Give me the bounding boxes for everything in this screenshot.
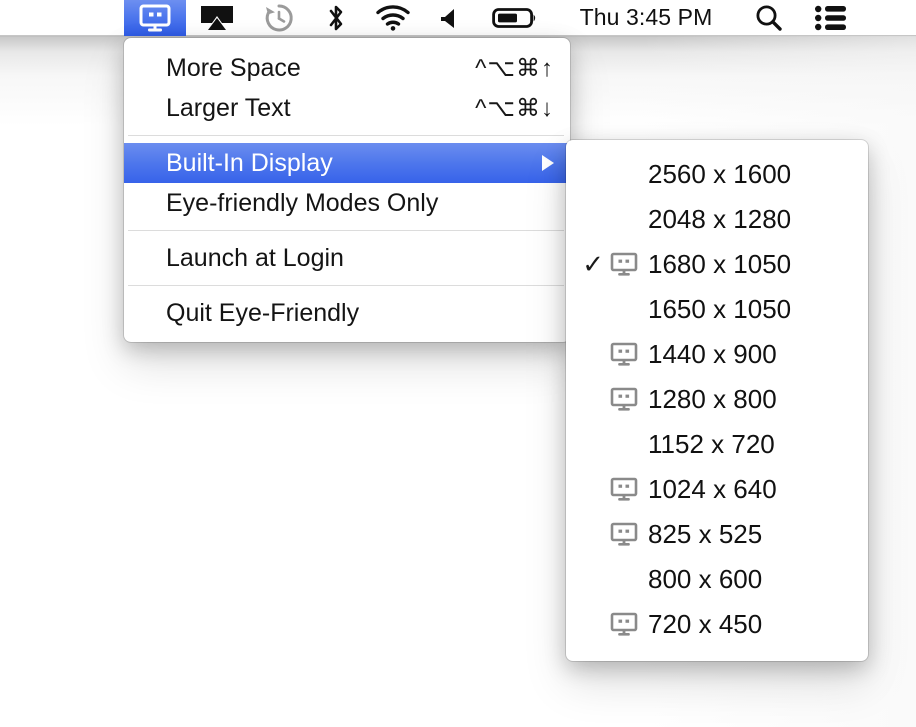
display-icon bbox=[610, 522, 638, 546]
resolution-label: 1440 x 900 bbox=[648, 339, 777, 369]
resolution-option[interactable]: 800 x 600 bbox=[566, 557, 868, 602]
menu-bar: Thu 3:45 PM bbox=[0, 0, 916, 36]
menubar-eye-friendly-display-icon[interactable] bbox=[124, 0, 186, 36]
menu-item-shortcut: ^⌥⌘↓ bbox=[475, 94, 554, 122]
menu-item-label: Eye-friendly Modes Only bbox=[166, 188, 439, 217]
resolution-option[interactable]: ✓ 1680 x 1050 bbox=[566, 242, 868, 287]
menu-separator bbox=[128, 135, 564, 136]
resolution-option-gutter bbox=[580, 197, 648, 242]
menubar-battery-icon[interactable] bbox=[476, 0, 554, 36]
menubar-airplay-icon[interactable] bbox=[186, 0, 248, 36]
resolution-option-gutter: ✓ bbox=[580, 242, 648, 287]
menu-item-shortcut: ^⌥⌘↑ bbox=[475, 54, 554, 82]
resolution-option[interactable]: 1440 x 900 bbox=[566, 332, 868, 377]
display-icon bbox=[610, 387, 638, 411]
display-icon bbox=[139, 4, 171, 31]
menubar-volume-icon[interactable] bbox=[424, 0, 476, 36]
resolution-option[interactable]: 720 x 450 bbox=[566, 602, 868, 647]
menu-item-eye-friendly-modes-only[interactable]: Eye-friendly Modes Only bbox=[124, 183, 570, 223]
display-icon bbox=[610, 342, 638, 366]
bluetooth-icon bbox=[329, 5, 343, 30]
resolution-option[interactable]: 825 x 525 bbox=[566, 512, 868, 557]
menu-item-quit-eye-friendly[interactable]: Quit Eye-Friendly bbox=[124, 293, 570, 333]
clock-text: Thu 3:45 PM bbox=[579, 4, 713, 30]
time-machine-icon bbox=[265, 3, 293, 31]
resolution-label: 1024 x 640 bbox=[648, 474, 777, 504]
resolution-label: 1280 x 800 bbox=[648, 384, 777, 414]
resolution-option-gutter bbox=[580, 152, 648, 197]
battery-icon bbox=[492, 7, 536, 28]
volume-icon bbox=[441, 8, 454, 28]
menubar-notification-center-icon[interactable] bbox=[800, 0, 862, 36]
resolution-option-gutter bbox=[580, 602, 648, 647]
menubar-bluetooth-icon[interactable] bbox=[310, 0, 362, 36]
resolution-option-gutter bbox=[580, 467, 648, 512]
display-icon bbox=[610, 252, 638, 276]
resolution-submenu: 2560 x 1600 2048 x 1280 ✓ 1680 x 1050 1650 x… bbox=[566, 140, 868, 661]
menu-item-launch-at-login[interactable]: Launch at Login bbox=[124, 238, 570, 278]
resolution-label: 1650 x 1050 bbox=[648, 294, 792, 324]
menubar-wifi-icon[interactable] bbox=[362, 0, 424, 36]
resolution-option[interactable]: 2048 x 1280 bbox=[566, 197, 868, 242]
resolution-label: 2048 x 1280 bbox=[648, 204, 792, 234]
search-icon bbox=[756, 4, 782, 31]
resolution-option-gutter bbox=[580, 422, 648, 467]
resolution-label: 800 x 600 bbox=[648, 564, 763, 594]
resolution-option-gutter bbox=[580, 557, 648, 602]
resolution-option-gutter bbox=[580, 512, 648, 557]
resolution-option-gutter bbox=[580, 287, 648, 332]
display-icon bbox=[610, 477, 638, 501]
resolution-option[interactable]: 1024 x 640 bbox=[566, 467, 868, 512]
menu-separator bbox=[128, 285, 564, 286]
menubar-clock[interactable]: Thu 3:45 PM bbox=[554, 0, 738, 36]
resolution-option-gutter bbox=[580, 332, 648, 377]
submenu-arrow-icon bbox=[542, 155, 554, 171]
wifi-icon bbox=[376, 5, 410, 31]
menu-item-label: Launch at Login bbox=[166, 243, 344, 272]
menu-separator bbox=[128, 230, 564, 231]
airplay-icon bbox=[201, 5, 233, 30]
menu-item-built-in-display[interactable]: Built-In Display bbox=[124, 143, 570, 183]
resolution-label: 2560 x 1600 bbox=[648, 159, 792, 189]
resolution-option[interactable]: 1152 x 720 bbox=[566, 422, 868, 467]
resolution-option[interactable]: 1280 x 800 bbox=[566, 377, 868, 422]
menu-item-label: Quit Eye-Friendly bbox=[166, 298, 360, 327]
resolution-option[interactable]: 1650 x 1050 bbox=[566, 287, 868, 332]
menu-item-more-space[interactable]: More Space ^⌥⌘↑ bbox=[124, 48, 570, 88]
menu-item-larger-text[interactable]: Larger Text ^⌥⌘↓ bbox=[124, 88, 570, 128]
resolution-label: 720 x 450 bbox=[648, 609, 763, 639]
resolution-label: 825 x 525 bbox=[648, 519, 763, 549]
resolution-label: 1152 x 720 bbox=[648, 429, 775, 459]
menu-item-label: Larger Text bbox=[166, 93, 291, 122]
checkmark-icon: ✓ bbox=[582, 249, 604, 280]
eye-friendly-menu: More Space ^⌥⌘↑ Larger Text ^⌥⌘↓ Built-I… bbox=[124, 38, 570, 342]
menubar-spotlight-icon[interactable] bbox=[738, 0, 800, 36]
list-icon bbox=[815, 5, 846, 30]
resolution-label: 1680 x 1050 bbox=[648, 249, 792, 279]
resolution-option-gutter bbox=[580, 377, 648, 422]
resolution-option[interactable]: 2560 x 1600 bbox=[566, 152, 868, 197]
menubar-time-machine-icon[interactable] bbox=[248, 0, 310, 36]
display-icon bbox=[610, 612, 638, 636]
menu-item-label: Built-In Display bbox=[166, 148, 333, 177]
menu-item-label: More Space bbox=[166, 53, 301, 82]
